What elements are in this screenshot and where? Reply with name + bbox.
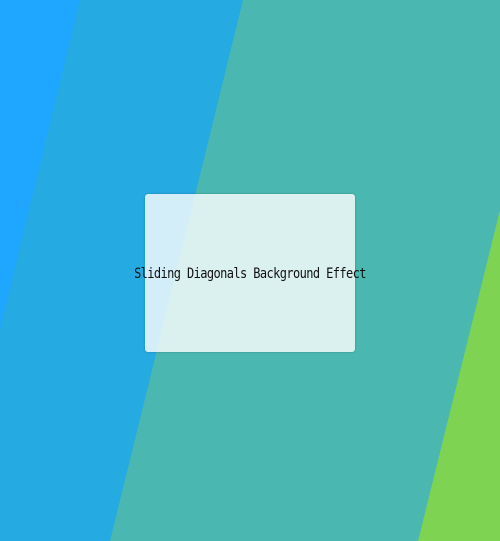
page-title: Sliding Diagonals Background Effect xyxy=(134,264,366,282)
content-card: Sliding Diagonals Background Effect xyxy=(134,194,367,352)
